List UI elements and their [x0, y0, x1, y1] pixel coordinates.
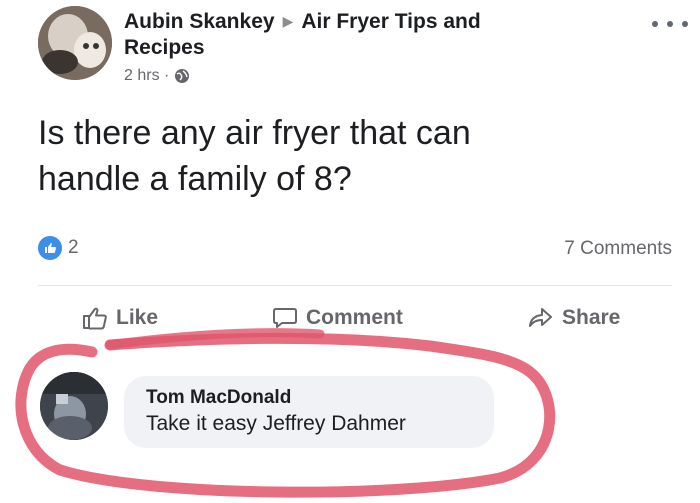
- commenter-avatar[interactable]: [40, 372, 108, 440]
- comment-bubble: Tom MacDonald Take it easy Jeffrey Dahme…: [124, 376, 494, 448]
- comment-button[interactable]: Comment: [272, 306, 403, 330]
- share-arrow-icon: [529, 308, 552, 327]
- group-name[interactable]: Air Fryer Tips and: [301, 10, 480, 33]
- share-button[interactable]: Share: [528, 306, 620, 330]
- post-timestamp[interactable]: 2 hrs ·: [124, 67, 169, 85]
- thumbs-up-icon: [45, 243, 56, 253]
- commenter-avatar-image: [40, 372, 108, 440]
- like-reaction-icon: [38, 236, 62, 260]
- post-meta: 2 hrs ·: [124, 67, 481, 85]
- speech-bubble-icon: [273, 308, 297, 328]
- group-name-continued[interactable]: Recipes: [124, 35, 481, 61]
- author-avatar-image: [38, 6, 112, 80]
- comment-author[interactable]: Tom MacDonald: [146, 386, 472, 410]
- comment-text: Take it easy Jeffrey Dahmer: [146, 412, 406, 435]
- ellipsis-icon: [652, 21, 658, 27]
- post-body: Is there any air fryer that can handle a…: [38, 110, 658, 202]
- thumbs-up-icon: [83, 307, 107, 330]
- facebook-post: Aubin Skankey ▶ Air Fryer Tips and Recipes…: [0, 0, 700, 503]
- share-label: Share: [562, 306, 621, 329]
- arrow-right-icon: ▶: [282, 13, 294, 29]
- comments-count-link[interactable]: 7 Comments: [564, 238, 672, 260]
- reaction-count: 2: [68, 237, 79, 258]
- author-avatar[interactable]: [38, 6, 112, 80]
- like-button[interactable]: Like: [82, 306, 158, 330]
- globe-icon: [175, 69, 190, 83]
- divider: [38, 285, 672, 286]
- reactions-summary[interactable]: 2: [38, 236, 79, 260]
- more-options-button[interactable]: [652, 16, 688, 32]
- post-header: Aubin Skankey ▶ Air Fryer Tips and Recipes…: [124, 8, 481, 85]
- post-text-line-2: handle a family of 8?: [38, 160, 352, 198]
- like-label: Like: [116, 306, 159, 329]
- author-name[interactable]: Aubin Skankey: [124, 10, 275, 33]
- post-text-line-1: Is there any air fryer that can: [38, 114, 471, 152]
- comment-label: Comment: [306, 306, 403, 329]
